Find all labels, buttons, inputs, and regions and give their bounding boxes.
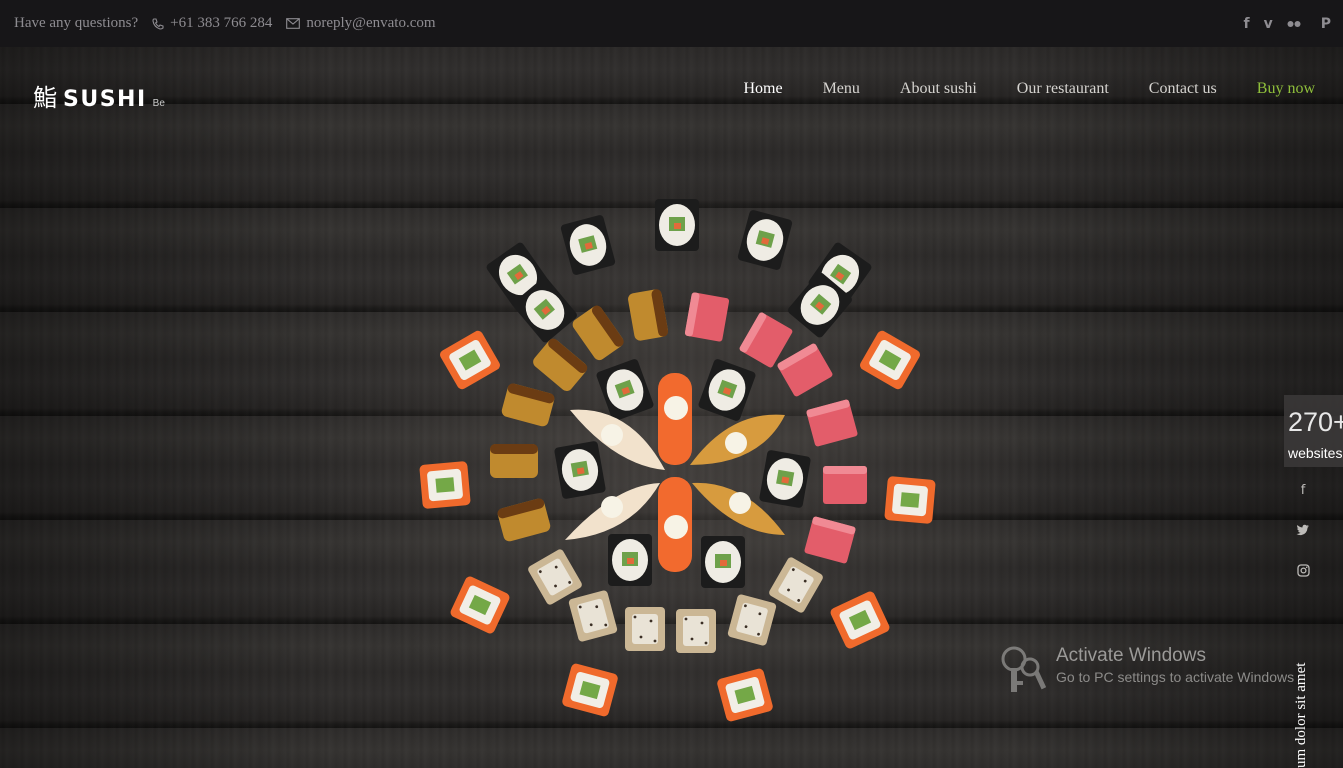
nav-our-restaurant[interactable]: Our restaurant bbox=[1017, 80, 1109, 98]
vimeo-icon[interactable]: v bbox=[1264, 16, 1273, 32]
websites-count: 270+ bbox=[1288, 407, 1343, 437]
mail-icon bbox=[286, 18, 301, 29]
facebook-icon[interactable]: f bbox=[1295, 483, 1311, 498]
facebook-icon[interactable]: f bbox=[1244, 16, 1250, 32]
nav-contact-us[interactable]: Contact us bbox=[1149, 80, 1217, 98]
nav-menu[interactable]: Menu bbox=[823, 80, 860, 98]
questions-text: Have any questions? bbox=[14, 15, 139, 31]
flickr-icon[interactable] bbox=[1287, 20, 1307, 28]
logo-sub: Be bbox=[152, 98, 165, 109]
windows-activation-watermark: Activate Windows Go to PC settings to ac… bbox=[1000, 645, 1294, 695]
nav-buy-now[interactable]: Buy now bbox=[1257, 80, 1315, 98]
instagram-icon[interactable] bbox=[1295, 564, 1311, 581]
top-social-links: f v P bbox=[1230, 0, 1332, 47]
nav-about-sushi[interactable]: About sushi bbox=[900, 80, 977, 98]
twitter-icon[interactable] bbox=[1295, 524, 1311, 540]
email-link[interactable]: noreply@envato.com bbox=[286, 15, 436, 32]
nav-home[interactable]: Home bbox=[743, 80, 782, 98]
activation-title: Activate Windows bbox=[1056, 645, 1206, 666]
activation-subtitle: Go to PC settings to activate Windows bbox=[1056, 669, 1295, 685]
logo-kanji: 鮨 bbox=[33, 84, 57, 112]
websites-count-widget[interactable]: 270+ websites bbox=[1284, 395, 1343, 467]
keys-icon bbox=[1001, 646, 1046, 692]
websites-label: websites bbox=[1288, 445, 1343, 461]
logo-word: SUSHI bbox=[63, 87, 147, 112]
vertical-tagline: um dolor sit amet bbox=[1293, 662, 1309, 768]
phone-icon bbox=[152, 17, 164, 30]
pinterest-icon[interactable]: P bbox=[1321, 16, 1331, 32]
top-bar: Have any questions? +61 383 766 284 nore… bbox=[0, 0, 1343, 47]
site-logo[interactable]: 鮨 SUSHI Be bbox=[33, 78, 165, 113]
sushi-platter-image bbox=[419, 199, 936, 723]
phone-link[interactable]: +61 383 766 284 bbox=[152, 15, 272, 32]
main-nav: Home Menu About sushi Our restaurant Con… bbox=[703, 80, 1315, 98]
